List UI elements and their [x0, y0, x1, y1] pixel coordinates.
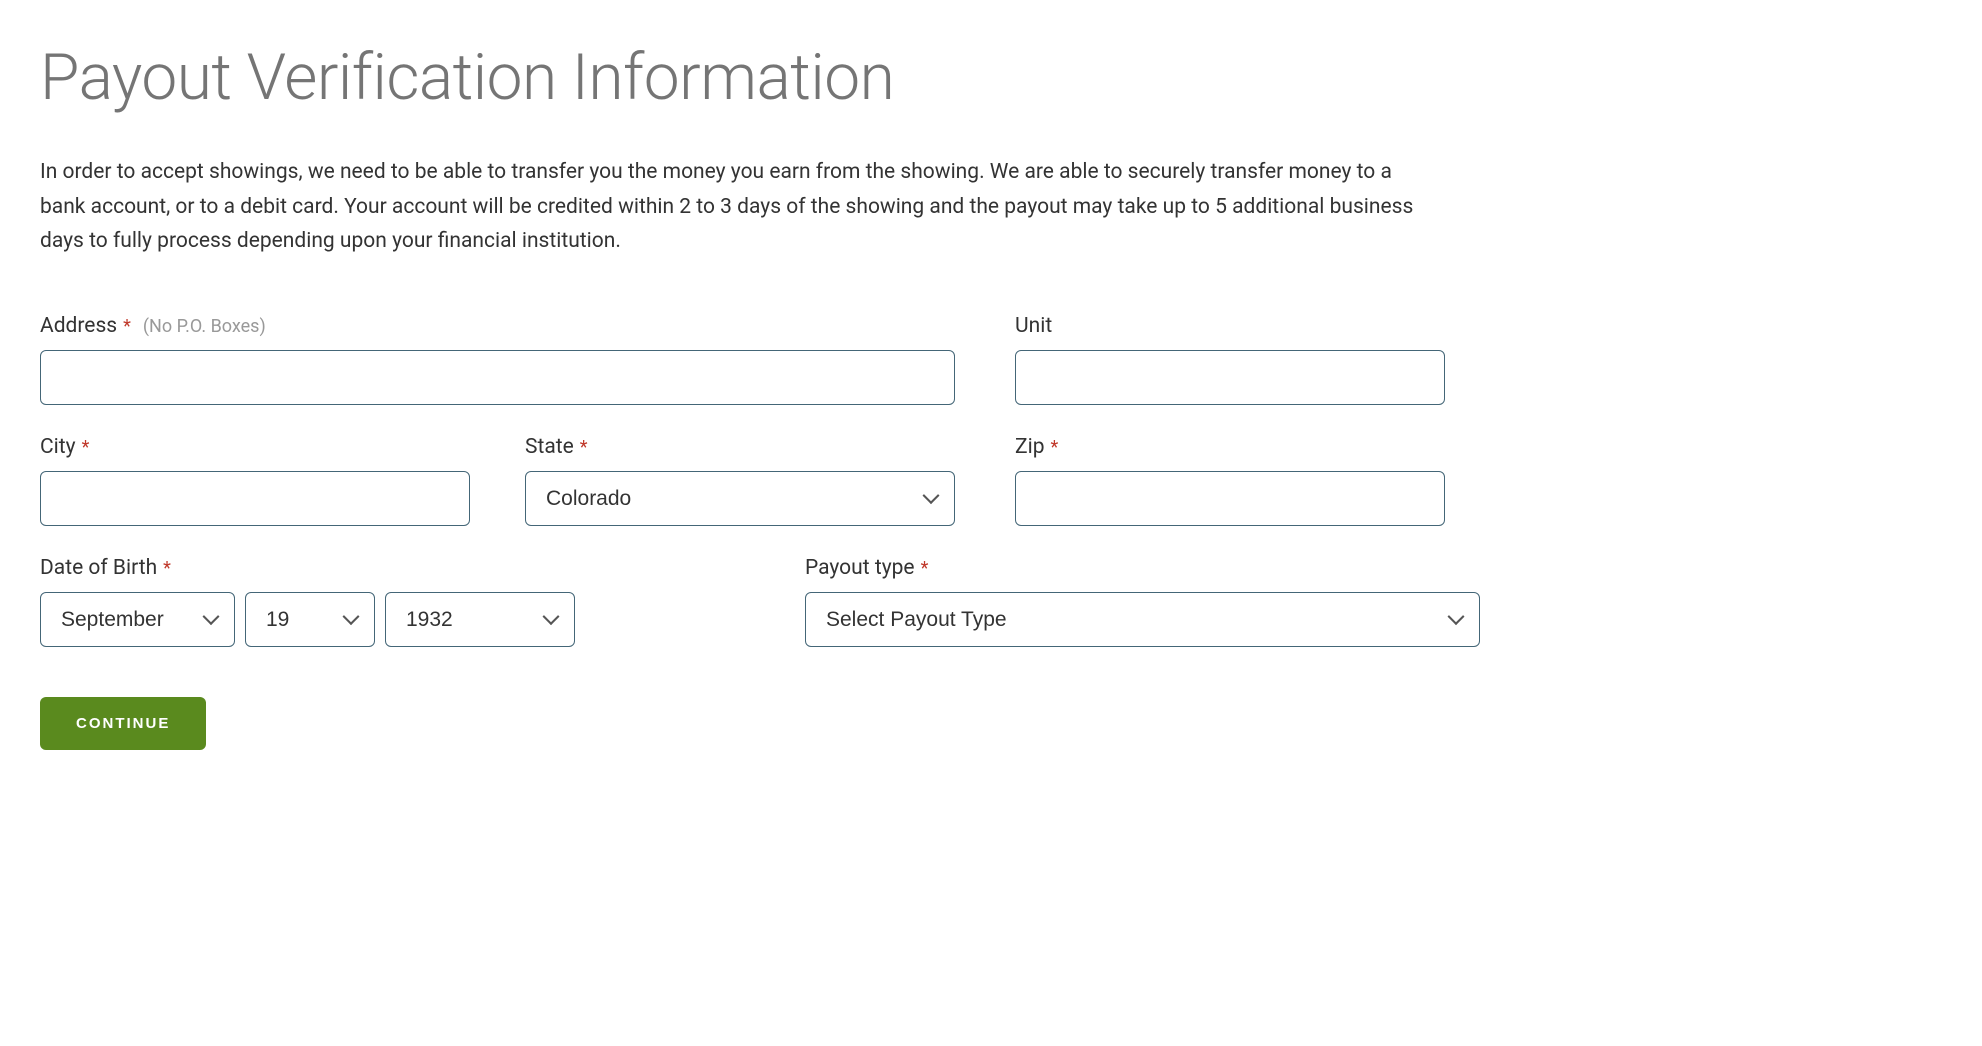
zip-label-text: Zip — [1015, 435, 1044, 459]
form-group-state: State * Colorado — [525, 435, 955, 526]
dob-month-select[interactable]: September — [40, 592, 235, 647]
dob-selects: September 19 1932 — [40, 592, 740, 647]
dob-day-wrapper: 19 — [245, 592, 375, 647]
address-label: Address * (No P.O. Boxes) — [40, 314, 955, 338]
form-group-zip: Zip * — [1015, 435, 1445, 526]
payout-select[interactable]: Select Payout Type — [805, 592, 1480, 647]
state-select[interactable]: Colorado — [525, 471, 955, 526]
form-group-address: Address * (No P.O. Boxes) — [40, 314, 955, 405]
payout-label: Payout type * — [805, 556, 1480, 580]
unit-label: Unit — [1015, 314, 1445, 338]
payout-select-wrapper: Select Payout Type — [805, 592, 1480, 647]
address-hint: (No P.O. Boxes) — [143, 316, 266, 337]
form-group-dob: Date of Birth * September 19 1932 — [40, 556, 740, 647]
required-marker: * — [123, 316, 131, 337]
required-marker: * — [1050, 437, 1058, 458]
address-label-text: Address — [40, 314, 117, 338]
zip-input[interactable] — [1015, 471, 1445, 526]
required-marker: * — [921, 558, 929, 579]
dob-label: Date of Birth * — [40, 556, 740, 580]
form-row-city-state-zip: City * State * Colorado Zip * — [40, 435, 1942, 526]
page-description: In order to accept showings, we need to … — [40, 155, 1440, 259]
zip-label: Zip * — [1015, 435, 1445, 459]
dob-year-wrapper: 1932 — [385, 592, 575, 647]
dob-year-select[interactable]: 1932 — [385, 592, 575, 647]
address-input[interactable] — [40, 350, 955, 405]
unit-label-text: Unit — [1015, 314, 1052, 338]
city-input[interactable] — [40, 471, 470, 526]
dob-day-select[interactable]: 19 — [245, 592, 375, 647]
form-group-unit: Unit — [1015, 314, 1445, 405]
state-select-wrapper: Colorado — [525, 471, 955, 526]
city-label: City * — [40, 435, 470, 459]
form-group-city: City * — [40, 435, 470, 526]
dob-label-text: Date of Birth — [40, 556, 157, 580]
form-row-dob-payout: Date of Birth * September 19 1932 Pa — [40, 556, 1942, 647]
continue-button[interactable]: CONTINUE — [40, 697, 206, 750]
city-label-text: City — [40, 435, 76, 459]
unit-input[interactable] — [1015, 350, 1445, 405]
required-marker: * — [580, 437, 588, 458]
state-label-text: State — [525, 435, 574, 459]
payout-label-text: Payout type — [805, 556, 915, 580]
state-label: State * — [525, 435, 955, 459]
required-marker: * — [163, 558, 171, 579]
dob-month-wrapper: September — [40, 592, 235, 647]
form-group-payout: Payout type * Select Payout Type — [805, 556, 1480, 647]
page-title: Payout Verification Information — [40, 40, 1942, 115]
form-row-address: Address * (No P.O. Boxes) Unit — [40, 314, 1942, 405]
required-marker: * — [82, 437, 90, 458]
